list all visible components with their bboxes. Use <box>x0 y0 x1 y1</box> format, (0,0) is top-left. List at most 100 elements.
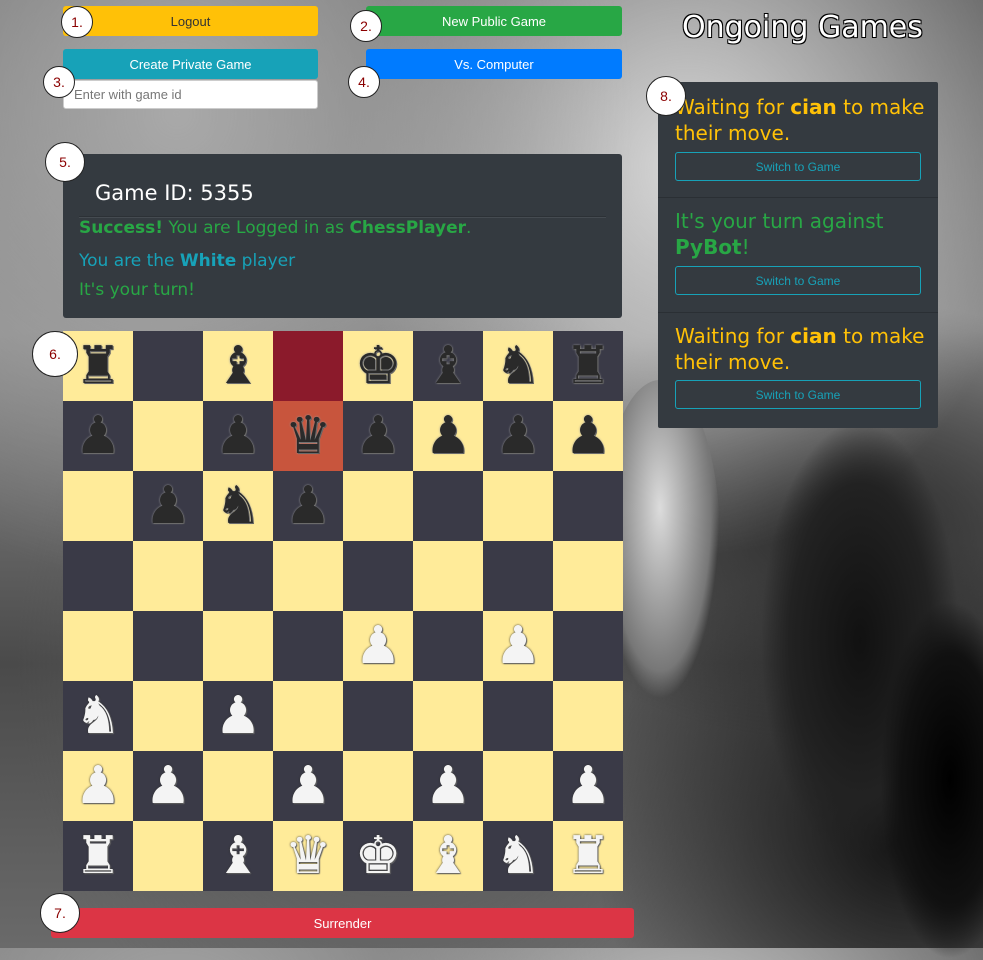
square-b7[interactable] <box>133 401 203 471</box>
square-d1[interactable]: ♛ <box>273 821 343 891</box>
black-king-icon[interactable]: ♚ <box>355 340 402 392</box>
square-a2[interactable]: ♟ <box>63 751 133 821</box>
vs-computer-button[interactable]: Vs. Computer <box>366 49 622 79</box>
square-g6[interactable] <box>483 471 553 541</box>
white-pawn-icon[interactable]: ♟ <box>565 760 612 812</box>
black-knight-icon[interactable]: ♞ <box>215 480 262 532</box>
square-h8[interactable]: ♜ <box>553 331 623 401</box>
square-a5[interactable] <box>63 541 133 611</box>
black-pawn-icon[interactable]: ♟ <box>285 480 332 532</box>
square-e8[interactable]: ♚ <box>343 331 413 401</box>
black-bishop-icon[interactable]: ♝ <box>425 340 472 392</box>
black-rook-icon[interactable]: ♜ <box>565 340 612 392</box>
square-g2[interactable] <box>483 751 553 821</box>
white-pawn-icon[interactable]: ♟ <box>285 760 332 812</box>
white-pawn-icon[interactable]: ♟ <box>75 760 122 812</box>
square-e7[interactable]: ♟ <box>343 401 413 471</box>
square-h4[interactable] <box>553 611 623 681</box>
black-bishop-icon[interactable]: ♝ <box>215 340 262 392</box>
square-e3[interactable] <box>343 681 413 751</box>
new-public-game-button[interactable]: New Public Game <box>366 6 622 36</box>
black-pawn-icon[interactable]: ♟ <box>425 410 472 462</box>
black-queen-icon[interactable]: ♛ <box>285 410 332 462</box>
switch-to-game-button[interactable]: Switch to Game <box>675 266 921 295</box>
square-h7[interactable]: ♟ <box>553 401 623 471</box>
square-a1[interactable]: ♜ <box>63 821 133 891</box>
square-g5[interactable] <box>483 541 553 611</box>
black-pawn-icon[interactable]: ♟ <box>495 410 542 462</box>
square-a6[interactable] <box>63 471 133 541</box>
white-rook-icon[interactable]: ♜ <box>565 830 612 882</box>
square-g1[interactable]: ♞ <box>483 821 553 891</box>
square-c7[interactable]: ♟ <box>203 401 273 471</box>
square-b5[interactable] <box>133 541 203 611</box>
logout-button[interactable]: Logout <box>63 6 318 36</box>
black-pawn-icon[interactable]: ♟ <box>75 410 122 462</box>
black-pawn-icon[interactable]: ♟ <box>145 480 192 532</box>
square-d3[interactable] <box>273 681 343 751</box>
black-pawn-icon[interactable]: ♟ <box>565 410 612 462</box>
square-e5[interactable] <box>343 541 413 611</box>
white-queen-icon[interactable]: ♛ <box>285 830 332 882</box>
square-f8[interactable]: ♝ <box>413 331 483 401</box>
square-c8[interactable]: ♝ <box>203 331 273 401</box>
square-b8[interactable] <box>133 331 203 401</box>
white-pawn-icon[interactable]: ♟ <box>425 760 472 812</box>
square-h5[interactable] <box>553 541 623 611</box>
square-c1[interactable]: ♝ <box>203 821 273 891</box>
square-d4[interactable] <box>273 611 343 681</box>
white-pawn-icon[interactable]: ♟ <box>145 760 192 812</box>
square-b2[interactable]: ♟ <box>133 751 203 821</box>
white-knight-icon[interactable]: ♞ <box>495 830 542 882</box>
square-h3[interactable] <box>553 681 623 751</box>
square-e6[interactable] <box>343 471 413 541</box>
white-pawn-icon[interactable]: ♟ <box>355 620 402 672</box>
black-pawn-icon[interactable]: ♟ <box>355 410 402 462</box>
square-g7[interactable]: ♟ <box>483 401 553 471</box>
square-f4[interactable] <box>413 611 483 681</box>
square-b1[interactable] <box>133 821 203 891</box>
square-a7[interactable]: ♟ <box>63 401 133 471</box>
square-f1[interactable]: ♝ <box>413 821 483 891</box>
square-g3[interactable] <box>483 681 553 751</box>
square-d8[interactable] <box>273 331 343 401</box>
square-a3[interactable]: ♞ <box>63 681 133 751</box>
white-bishop-icon[interactable]: ♝ <box>215 830 262 882</box>
game-id-input[interactable] <box>63 80 318 109</box>
white-bishop-icon[interactable]: ♝ <box>425 830 472 882</box>
square-d5[interactable] <box>273 541 343 611</box>
square-h2[interactable]: ♟ <box>553 751 623 821</box>
square-h1[interactable]: ♜ <box>553 821 623 891</box>
square-g8[interactable]: ♞ <box>483 331 553 401</box>
square-c4[interactable] <box>203 611 273 681</box>
square-b4[interactable] <box>133 611 203 681</box>
create-private-game-button[interactable]: Create Private Game <box>63 49 318 79</box>
switch-to-game-button[interactable]: Switch to Game <box>675 380 921 409</box>
white-pawn-icon[interactable]: ♟ <box>495 620 542 672</box>
square-g4[interactable]: ♟ <box>483 611 553 681</box>
square-c5[interactable] <box>203 541 273 611</box>
square-d7[interactable]: ♛ <box>273 401 343 471</box>
white-knight-icon[interactable]: ♞ <box>75 690 122 742</box>
square-e4[interactable]: ♟ <box>343 611 413 681</box>
white-king-icon[interactable]: ♚ <box>355 830 402 882</box>
square-h6[interactable] <box>553 471 623 541</box>
square-f3[interactable] <box>413 681 483 751</box>
black-rook-icon[interactable]: ♜ <box>75 340 122 392</box>
surrender-button[interactable]: Surrender <box>51 908 634 938</box>
black-pawn-icon[interactable]: ♟ <box>215 410 262 462</box>
square-b3[interactable] <box>133 681 203 751</box>
square-f2[interactable]: ♟ <box>413 751 483 821</box>
square-b6[interactable]: ♟ <box>133 471 203 541</box>
white-rook-icon[interactable]: ♜ <box>75 830 122 882</box>
white-pawn-icon[interactable]: ♟ <box>215 690 262 742</box>
switch-to-game-button[interactable]: Switch to Game <box>675 152 921 181</box>
square-e2[interactable] <box>343 751 413 821</box>
square-e1[interactable]: ♚ <box>343 821 413 891</box>
square-d6[interactable]: ♟ <box>273 471 343 541</box>
square-c2[interactable] <box>203 751 273 821</box>
square-f6[interactable] <box>413 471 483 541</box>
square-d2[interactable]: ♟ <box>273 751 343 821</box>
square-f7[interactable]: ♟ <box>413 401 483 471</box>
square-a4[interactable] <box>63 611 133 681</box>
